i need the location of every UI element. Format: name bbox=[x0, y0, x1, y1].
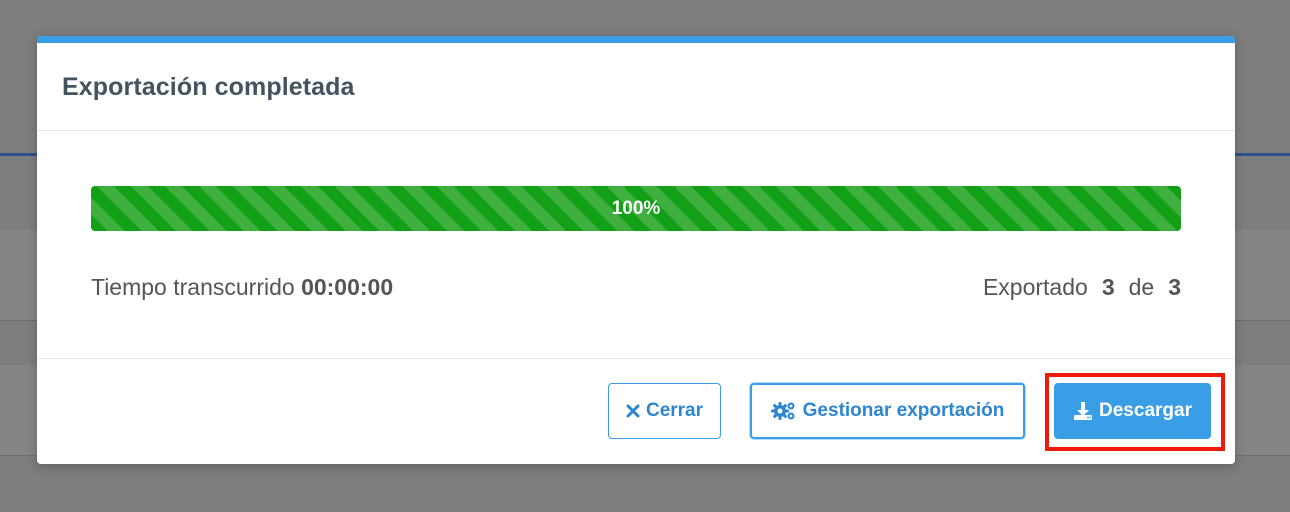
progress-label: 100% bbox=[611, 198, 661, 219]
manage-export-button-label: Gestionar exportación bbox=[802, 400, 1005, 421]
exported-label: Exportado bbox=[982, 274, 1088, 300]
download-icon bbox=[1073, 401, 1093, 421]
manage-export-button[interactable]: Gestionar exportación bbox=[750, 383, 1025, 439]
elapsed-time-value: 00:00:00 bbox=[301, 274, 394, 300]
close-button-label: Cerrar bbox=[645, 400, 704, 421]
modal-title: Exportación completada bbox=[62, 73, 355, 101]
progress-bar: 100% bbox=[91, 186, 1181, 231]
export-modal: Exportación completada 100% Tiempo trans… bbox=[37, 36, 1235, 464]
download-button[interactable]: Descargar bbox=[1054, 383, 1211, 439]
elapsed-time-label: Tiempo transcurrido bbox=[91, 274, 295, 300]
exported-count: Exportado 3 de 3 bbox=[983, 272, 1181, 302]
modal-header: Exportación completada bbox=[37, 43, 1235, 131]
exported-separator: de bbox=[1128, 274, 1155, 300]
modal-top-accent bbox=[37, 36, 1235, 43]
gears-icon bbox=[770, 401, 797, 421]
download-button-label: Descargar bbox=[1099, 400, 1192, 421]
export-stats: Tiempo transcurrido 00:00:00 Exportado 3 d… bbox=[91, 272, 1181, 302]
close-button[interactable]: Cerrar bbox=[608, 383, 721, 439]
close-icon bbox=[626, 404, 640, 418]
elapsed-time: Tiempo transcurrido 00:00:00 bbox=[91, 272, 393, 302]
exported-total-value: 3 bbox=[1168, 274, 1181, 300]
exported-count-value: 3 bbox=[1101, 274, 1115, 300]
